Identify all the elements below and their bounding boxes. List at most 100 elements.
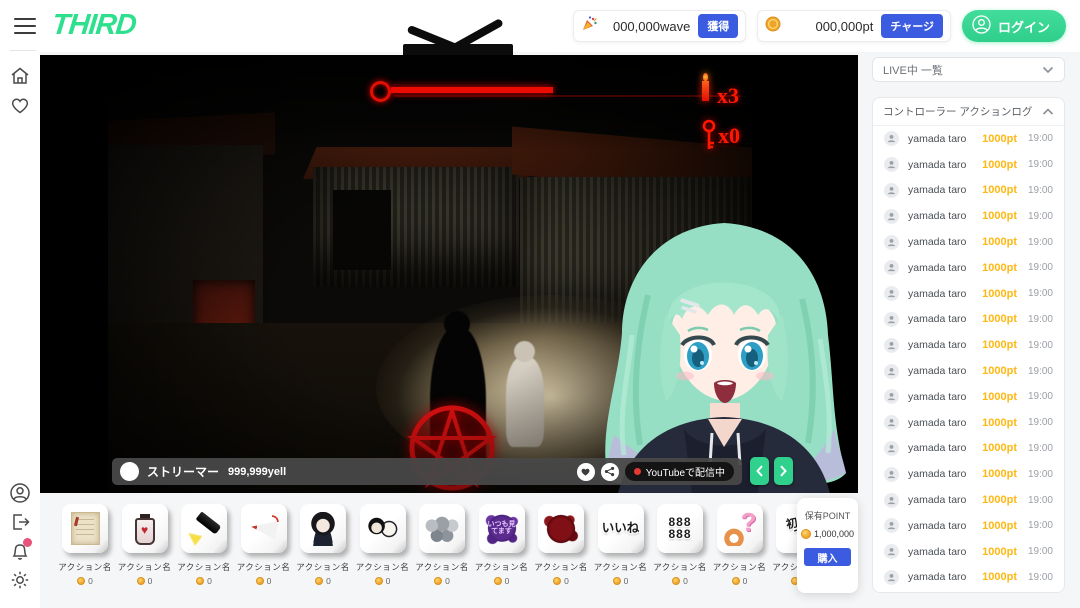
log-points: 1000pt [982,571,1017,583]
action-log-panel: コントローラー アクションログ yamada taro 1000pt 19:00… [872,97,1065,593]
settings-gear-icon[interactable] [9,569,31,591]
log-user-name: yamada taro [908,288,966,300]
user-avatar-icon [884,493,899,508]
action-log-header[interactable]: コントローラー アクションログ [873,98,1064,126]
wave-earn-button[interactable]: 獲得 [698,14,738,38]
action-tile-button[interactable]: いいね [598,504,644,553]
coin-icon [315,577,323,585]
action-tile-button[interactable] [181,504,227,553]
coin-icon [256,577,264,585]
prev-stream-button[interactable] [750,457,769,485]
hud-candle-count: x3 [717,83,739,109]
log-user-name: yamada taro [908,262,966,274]
like-heart-button[interactable] [577,463,595,481]
log-entry-row[interactable]: yamada taro 1000pt 19:00 [873,178,1064,204]
action-tile-button[interactable] [122,504,168,553]
log-user-name: yamada taro [908,520,966,532]
action-tile-button[interactable]: いつも見てます [479,504,525,553]
log-entry-row[interactable]: yamada taro 1000pt 19:00 [873,384,1064,410]
account-icon[interactable] [9,482,31,504]
log-entry-row[interactable]: yamada taro 1000pt 19:00 [873,461,1064,487]
action-cost-value: 0 [505,576,510,586]
action-item[interactable]: アクション名 0 [717,504,763,586]
log-entry-row[interactable]: yamada taro 1000pt 19:00 [873,565,1064,591]
action-tile-button[interactable] [717,504,763,553]
log-time: 19:00 [1025,262,1053,273]
hud-health-ring-icon [370,81,391,102]
log-entry-row[interactable]: yamada taro 1000pt 19:00 [873,307,1064,333]
home-icon[interactable] [9,65,31,87]
action-tile-button[interactable] [419,504,465,553]
action-tile-icon [364,510,402,548]
action-item[interactable]: いつも見てます アクション名 0 [479,504,525,586]
favorites-heart-icon[interactable] [9,94,31,116]
video-player[interactable]: x3 x0 [40,55,858,493]
log-entry-row[interactable]: yamada taro 1000pt 19:00 [873,255,1064,281]
action-item[interactable]: アクション名 0 [300,504,346,586]
action-item[interactable]: アクション名 0 [538,504,584,586]
log-points: 1000pt [982,494,1017,506]
log-time: 19:00 [1025,495,1053,506]
streamer-avatar[interactable] [120,462,139,481]
user-avatar-icon [884,467,899,482]
log-entry-row[interactable]: yamada taro 1000pt 19:00 [873,436,1064,462]
action-tile-button[interactable]: 888888 [657,504,703,553]
action-item[interactable]: アクション名 0 [360,504,406,586]
user-avatar-icon [884,518,899,533]
action-name-label: アクション名 [118,561,172,573]
user-avatar-icon [884,570,899,585]
live-list-dropdown[interactable]: LIVE中 一覧 [872,57,1065,82]
pt-balance-pill: 000,000pt チャージ [757,10,951,42]
log-entry-row[interactable]: yamada taro 1000pt 19:00 [873,126,1064,152]
log-points: 1000pt [982,365,1017,377]
log-entry-row[interactable]: yamada taro 1000pt 19:00 [873,513,1064,539]
action-item[interactable]: 888888 アクション名 0 [657,504,703,586]
action-tile-button[interactable] [241,504,287,553]
action-item[interactable]: いいね アクション名 0 [598,504,644,586]
hamburger-menu-icon[interactable] [14,18,36,34]
log-user-name: yamada taro [908,210,966,222]
next-stream-button[interactable] [774,457,793,485]
action-tile-icon: いいね [602,510,640,548]
action-item[interactable]: アクション名 0 [181,504,227,586]
log-entry-row[interactable]: yamada taro 1000pt 19:00 [873,152,1064,178]
action-cost-value: 0 [326,576,331,586]
log-entry-row[interactable]: yamada taro 1000pt 19:00 [873,410,1064,436]
action-tile-button[interactable] [300,504,346,553]
log-entry-row[interactable]: yamada taro 1000pt 19:00 [873,332,1064,358]
user-avatar-icon [884,235,899,250]
action-tile-button[interactable] [538,504,584,553]
buy-points-button[interactable]: 購入 [804,548,851,566]
log-time: 19:00 [1025,546,1053,557]
wave-balance-pill: 000,000wave 獲得 [573,10,746,42]
log-entry-row[interactable]: yamada taro 1000pt 19:00 [873,539,1064,565]
action-cost-value: 0 [445,576,450,586]
charge-button[interactable]: チャージ [881,14,943,38]
coin-icon [765,16,781,37]
log-entry-row[interactable]: yamada taro 1000pt 19:00 [873,229,1064,255]
logout-icon[interactable] [9,511,31,533]
youtube-live-badge[interactable]: YouTubeで配信中 [625,462,734,481]
share-button[interactable] [601,463,619,481]
notifications-bell-icon[interactable] [9,540,31,562]
action-item[interactable]: アクション名 0 [62,504,108,586]
action-tile-button[interactable] [360,504,406,553]
brand-logo[interactable]: THIRD [50,9,137,42]
log-entry-row[interactable]: yamada taro 1000pt 19:00 [873,487,1064,513]
action-tile-button[interactable] [62,504,108,553]
action-item[interactable]: アクション名 0 [122,504,168,586]
log-entry-row[interactable]: yamada taro 1000pt 19:00 [873,203,1064,229]
action-cost-value: 0 [683,576,688,586]
coin-icon [613,577,621,585]
log-time: 19:00 [1025,237,1053,248]
log-points: 1000pt [982,417,1017,429]
coin-icon [77,577,85,585]
log-entry-row[interactable]: yamada taro 1000pt 19:00 [873,281,1064,307]
log-user-name: yamada taro [908,442,966,454]
action-item[interactable]: アクション名 0 [241,504,287,586]
action-item[interactable]: アクション名 0 [419,504,465,586]
log-entry-row[interactable]: yamada taro 1000pt 19:00 [873,358,1064,384]
login-button[interactable]: ログイン [962,10,1066,42]
log-time: 19:00 [1025,366,1053,377]
live-list-label: LIVE中 一覧 [883,62,943,78]
